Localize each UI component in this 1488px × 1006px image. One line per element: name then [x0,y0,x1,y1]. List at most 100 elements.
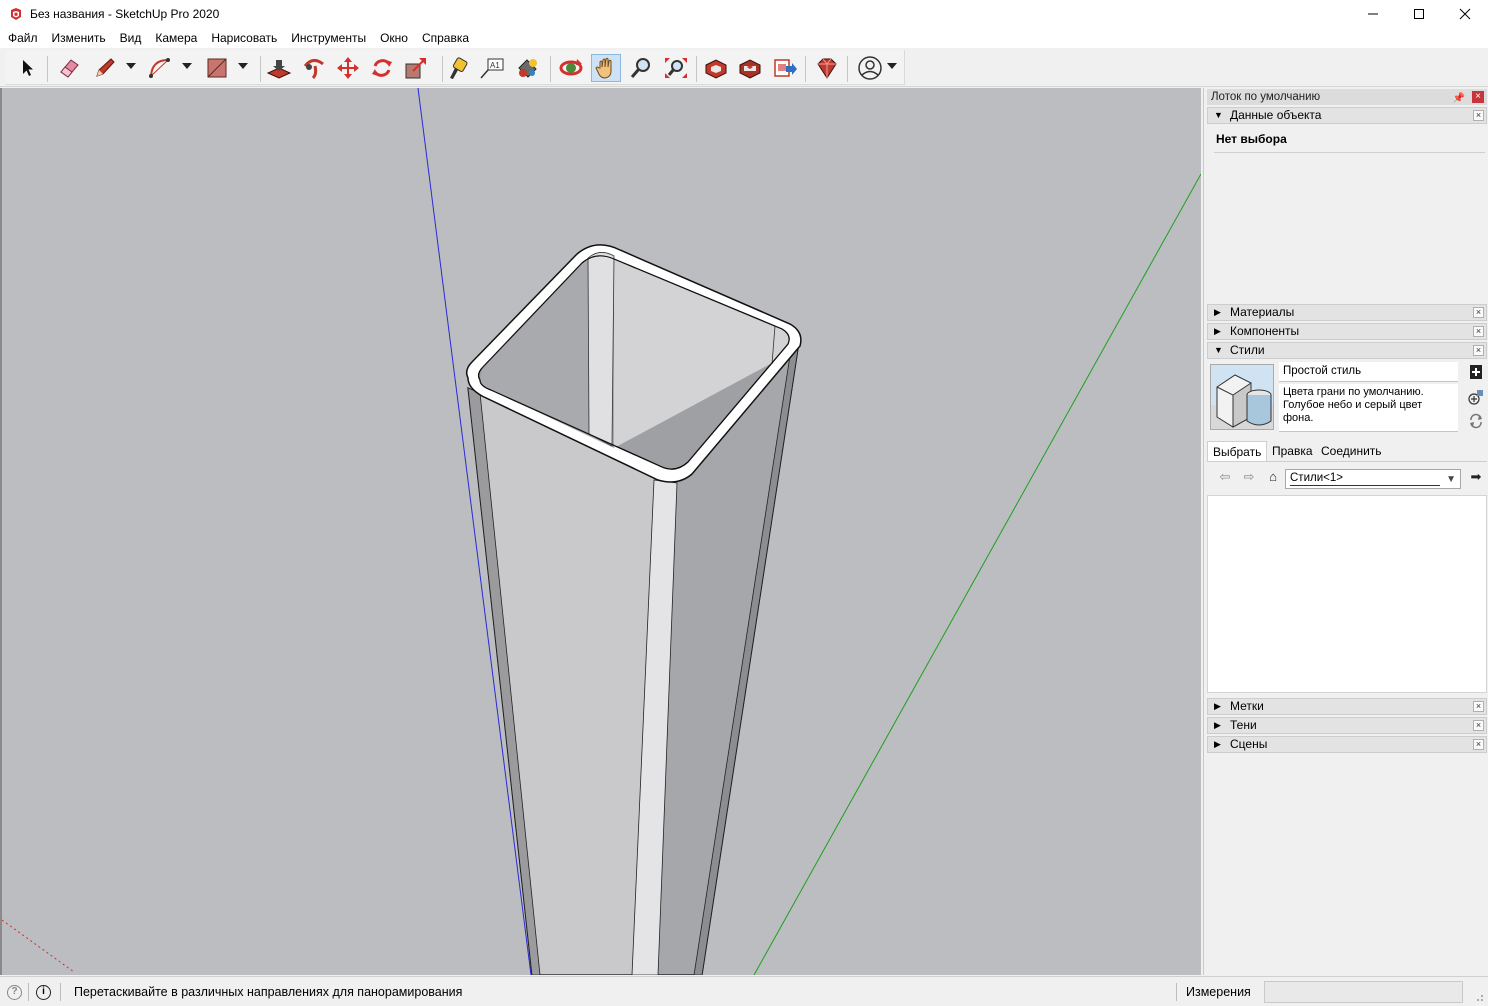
menu-file[interactable]: Файл [1,28,45,48]
scenes-close-button[interactable]: × [1473,739,1484,750]
rotate-tool-button[interactable] [367,54,397,82]
refresh-icon[interactable] [1468,413,1484,429]
extension-manager-tool-button[interactable] [812,54,842,82]
rectangle-icon [207,58,227,78]
shadows-header[interactable]: ▶ Тени × [1207,717,1487,734]
style-description-field[interactable]: Цвета грани по умолчанию. Голубое небо и… [1279,384,1458,432]
styles-list[interactable] [1207,495,1487,693]
forward-arrow-icon[interactable]: ⇨ [1240,468,1258,486]
orbit-tool-button[interactable] [556,54,586,82]
components-header[interactable]: ▶ Компоненты × [1207,323,1487,340]
materials-close-button[interactable]: × [1473,307,1484,318]
minimize-button[interactable] [1350,0,1396,28]
pan-hand-icon [595,57,612,79]
account-tool-button[interactable] [855,54,885,82]
follow-me-icon [303,59,324,80]
account-dropdown-caret[interactable] [887,63,897,69]
close-button[interactable] [1442,0,1488,28]
svg-text:A1: A1 [490,61,500,70]
rectangle-tool-dropdown-caret[interactable] [238,63,248,69]
style-thumbnail [1210,364,1274,430]
collapsed-arrow-icon: ▶ [1214,307,1221,317]
collapsed-arrow-icon: ▶ [1214,720,1221,730]
pan-tool-button[interactable] [591,54,621,82]
menu-window[interactable]: Окно [373,28,415,48]
window-title: Без названия - SketchUp Pro 2020 [30,7,220,21]
arc-tool-button[interactable] [146,54,176,82]
menu-help[interactable]: Справка [415,28,476,48]
paint-bucket-tool-button[interactable] [513,54,543,82]
menu-draw[interactable]: Нарисовать [204,28,284,48]
pencil-icon [96,58,115,77]
entity-info-header[interactable]: ▼ Данные объекта × [1207,107,1487,124]
components-close-button[interactable]: × [1473,326,1484,337]
close-icon [1459,8,1471,20]
materials-header[interactable]: ▶ Материалы × [1207,304,1487,321]
tab-edit[interactable]: Правка [1267,441,1318,461]
tray-close-button[interactable]: × [1472,91,1484,103]
zoom-icon [630,58,650,78]
zoom-tool-button[interactable] [626,54,656,82]
line-tool-button[interactable] [90,54,120,82]
details-arrow-icon[interactable]: ➡ [1467,468,1485,486]
tab-select[interactable]: Выбрать [1207,441,1268,461]
style-name-field[interactable]: Простой стиль [1279,362,1458,382]
zoom-extents-icon [665,58,687,78]
zoom-extents-tool-button[interactable] [661,54,691,82]
tray-title-bar: Лоток по умолчанию 📌 × [1207,89,1487,105]
warehouse-tool-button[interactable] [701,54,731,82]
arc-tool-dropdown-caret[interactable] [182,63,192,69]
model-canvas[interactable] [2,88,1201,975]
collapsed-arrow-icon: ▶ [1214,701,1221,711]
extension-warehouse-tool-button[interactable] [735,54,765,82]
sketchup-logo-icon [11,8,21,20]
title-bar: Без названия - SketchUp Pro 2020 [0,0,1488,28]
styles-header[interactable]: ▼ Стили × [1207,342,1487,359]
styles-close-button[interactable]: × [1473,345,1484,356]
line-tool-dropdown-caret[interactable] [126,63,136,69]
tab-mix[interactable]: Соединить [1316,441,1387,461]
menu-camera[interactable]: Камера [148,28,204,48]
push-pull-tool-button[interactable] [264,54,294,82]
scenes-header[interactable]: ▶ Сцены × [1207,736,1487,753]
eraser-icon [60,59,79,78]
follow-me-tool-button[interactable] [299,54,329,82]
modeling-viewport[interactable] [0,88,1201,975]
menu-view[interactable]: Вид [113,28,149,48]
menu-tools[interactable]: Инструменты [284,28,373,48]
maximize-button[interactable] [1396,0,1442,28]
minimize-icon [1368,13,1378,15]
tape-measure-tool-button[interactable] [443,54,473,82]
text-tool-button[interactable]: A1 [477,54,507,82]
move-tool-button[interactable] [333,54,363,82]
update-style-icon[interactable] [1468,389,1484,405]
entity-info-close-button[interactable]: × [1473,110,1484,121]
pin-icon[interactable]: 📌 [1453,91,1465,107]
home-icon[interactable]: ⌂ [1264,468,1282,486]
geo-location-icon[interactable]: ? [7,985,22,1000]
select-tool-button[interactable] [13,54,43,82]
entity-info-panel: Нет выбора [1207,125,1487,305]
status-hint: Перетаскивайте в различных направлениях … [74,985,463,999]
info-icon[interactable]: i [36,985,51,1000]
measurements-input[interactable] [1264,981,1463,1003]
menu-edit[interactable]: Изменить [45,28,113,48]
scale-icon [405,58,426,79]
send-to-layout-icon [774,59,797,77]
extension-warehouse-icon [739,59,761,79]
ruby-gem-icon [817,58,837,79]
back-arrow-icon[interactable]: ⇦ [1216,468,1234,486]
tray-title: Лоток по умолчанию [1211,91,1321,103]
maximize-icon [1414,9,1424,19]
tags-header[interactable]: ▶ Метки × [1207,698,1487,715]
eraser-tool-button[interactable] [54,54,84,82]
shadows-close-button[interactable]: × [1473,720,1484,731]
send-to-layout-tool-button[interactable] [770,54,800,82]
styles-tabs: Выбрать Правка Соединить [1207,441,1487,461]
tags-close-button[interactable]: × [1473,701,1484,712]
style-collection-select[interactable]: Стили<1> ▼ [1285,469,1461,489]
create-style-icon[interactable] [1468,364,1484,380]
rectangle-tool-button[interactable] [202,54,232,82]
resize-grip-icon[interactable] [1474,992,1484,1002]
scale-tool-button[interactable] [401,54,431,82]
